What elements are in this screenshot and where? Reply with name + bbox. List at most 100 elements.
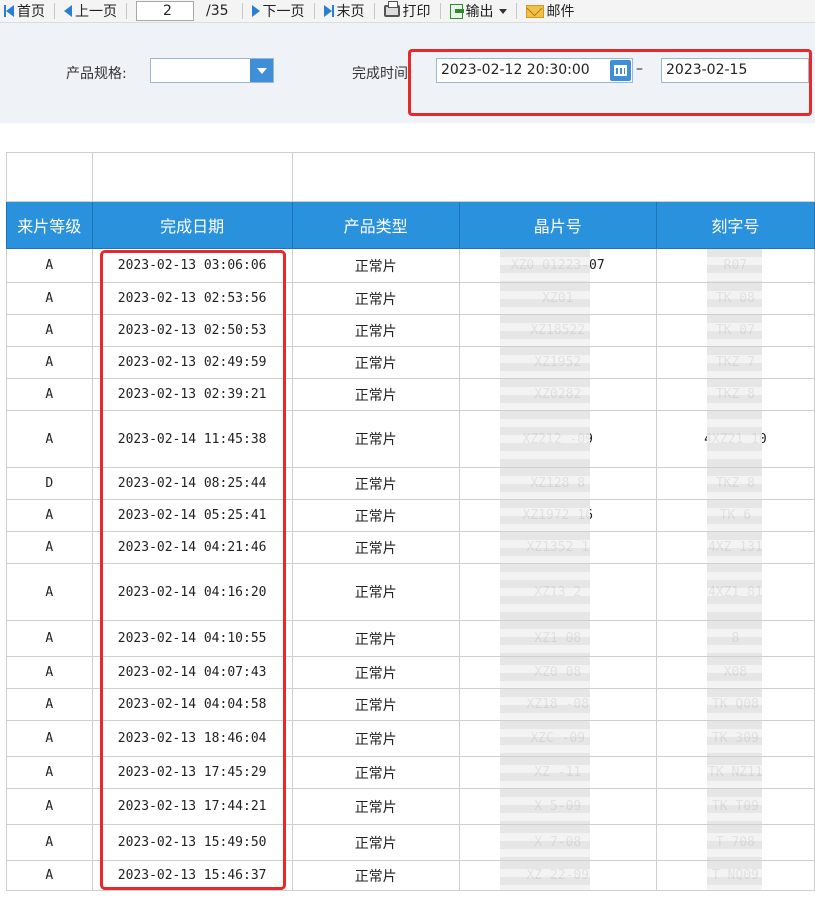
privacy-blur — [499, 411, 590, 467]
privacy-blur — [706, 249, 762, 282]
type-cell: 正常片 — [291, 756, 460, 789]
page-number-input[interactable] — [136, 1, 194, 21]
type-cell-text: 正常片 — [354, 355, 397, 372]
privacy-blur — [706, 689, 762, 720]
privacy-blur — [499, 283, 590, 314]
grade-cell-text: A — [45, 765, 54, 780]
privacy-blur — [706, 789, 762, 824]
wafer-cell: XZ01 — [458, 282, 657, 315]
print-button[interactable]: 打印 — [380, 0, 435, 22]
privacy-blur — [499, 347, 590, 378]
date-highlight-box — [100, 250, 286, 890]
grade-cell: D — [6, 467, 93, 500]
grade-cell-text: A — [45, 291, 54, 306]
privacy-blur — [706, 347, 762, 378]
prev-page-icon — [64, 5, 72, 17]
column-header-grade: 来片等级 — [6, 201, 93, 249]
grade-cell-text: A — [45, 258, 54, 273]
grade-cell: A — [6, 378, 93, 411]
privacy-blur — [706, 315, 762, 346]
privacy-blur — [706, 861, 762, 890]
grade-cell-text: A — [45, 799, 54, 814]
type-cell: 正常片 — [291, 531, 460, 564]
type-cell-text: 正常片 — [354, 291, 397, 308]
toolbar-separator — [373, 3, 375, 19]
mark-cell: TK 07 — [655, 314, 815, 347]
privacy-blur — [706, 757, 762, 788]
privacy-blur — [499, 315, 590, 346]
wafer-cell: XZ0282 — [458, 378, 657, 411]
type-cell-text: 正常片 — [354, 868, 397, 885]
prev-page-button[interactable]: 上一页 — [60, 0, 121, 22]
wafer-cell: XZ1952 — [458, 346, 657, 379]
grade-cell: A — [6, 788, 93, 825]
last-page-icon — [323, 5, 334, 17]
toolbar-separator — [241, 3, 243, 19]
mark-cell: 4XZ 131 — [655, 531, 815, 564]
type-cell: 正常片 — [291, 467, 460, 500]
type-cell-text: 正常片 — [354, 799, 397, 816]
grade-cell: A — [6, 860, 93, 891]
privacy-blur — [499, 500, 590, 531]
mark-cell: TKZ 8 — [655, 467, 815, 500]
privacy-blur — [706, 825, 762, 860]
type-cell-text: 正常片 — [354, 258, 397, 275]
mark-cell: TKZ 7 — [655, 346, 815, 379]
grade-cell: A — [6, 314, 93, 347]
toolbar-separator — [313, 3, 315, 19]
grade-cell: A — [6, 656, 93, 689]
first-page-button[interactable]: 首页 — [0, 0, 49, 22]
type-cell: 正常片 — [291, 860, 460, 891]
next-page-label: 下一页 — [262, 4, 305, 20]
type-cell: 正常片 — [291, 410, 460, 468]
column-header-wafer: 晶片号 — [458, 201, 657, 249]
type-cell-text: 正常片 — [354, 665, 397, 682]
export-button[interactable]: 输出 — [446, 0, 511, 22]
report-toolbar: 首页 上一页 /35 下一页 末页 打印 输出 邮件 — [0, 0, 815, 23]
toolbar-separator — [515, 3, 517, 19]
grade-cell-text: A — [45, 355, 54, 370]
chevron-down-icon — [498, 8, 507, 14]
privacy-blur — [499, 757, 590, 788]
grade-cell: A — [6, 410, 93, 468]
mark-cell: TK 08 — [655, 282, 815, 315]
last-page-button[interactable]: 末页 — [320, 0, 369, 22]
type-cell: 正常片 — [291, 824, 460, 861]
wafer-cell: X 5-09 — [458, 788, 657, 825]
first-page-label: 首页 — [17, 4, 45, 20]
mail-button[interactable]: 邮件 — [522, 0, 579, 22]
type-cell: 正常片 — [291, 788, 460, 825]
wafer-cell: XZ212 -09 — [458, 410, 657, 468]
grade-cell: A — [6, 563, 93, 621]
grade-cell-text: A — [45, 540, 54, 555]
export-label: 输出 — [465, 4, 494, 20]
privacy-blur — [499, 379, 590, 410]
wafer-cell: XZ1 08 — [458, 620, 657, 657]
grade-cell-text: D — [45, 476, 54, 491]
grade-cell-text: A — [45, 731, 54, 746]
grade-cell: A — [6, 531, 93, 564]
grade-cell-text: A — [45, 431, 54, 447]
mark-cell: T NQ09 — [655, 860, 815, 891]
spec-select[interactable] — [150, 58, 274, 83]
spacer-cell — [91, 152, 293, 202]
grade-cell-text: A — [45, 868, 54, 883]
grade-cell: A — [6, 824, 93, 861]
wafer-cell: XZ128 8 — [458, 467, 657, 500]
type-cell: 正常片 — [291, 499, 460, 532]
wafer-cell: X 7-08 — [458, 824, 657, 861]
privacy-blur — [499, 689, 590, 720]
type-cell: 正常片 — [291, 620, 460, 657]
dropdown-arrow-icon[interactable] — [250, 59, 273, 82]
privacy-blur — [706, 621, 762, 656]
column-header-type: 产品类型 — [291, 201, 460, 249]
wafer-cell: XZ18522 — [458, 314, 657, 347]
spacer-cell — [291, 152, 815, 202]
column-header-date: 完成日期 — [91, 201, 293, 249]
privacy-blur — [499, 532, 590, 563]
wafer-cell: XZ0 01223-07 — [458, 248, 657, 283]
next-page-button[interactable]: 下一页 — [248, 0, 309, 22]
grade-cell: A — [6, 720, 93, 757]
privacy-blur — [706, 500, 762, 531]
table-spacer-row — [6, 152, 815, 202]
